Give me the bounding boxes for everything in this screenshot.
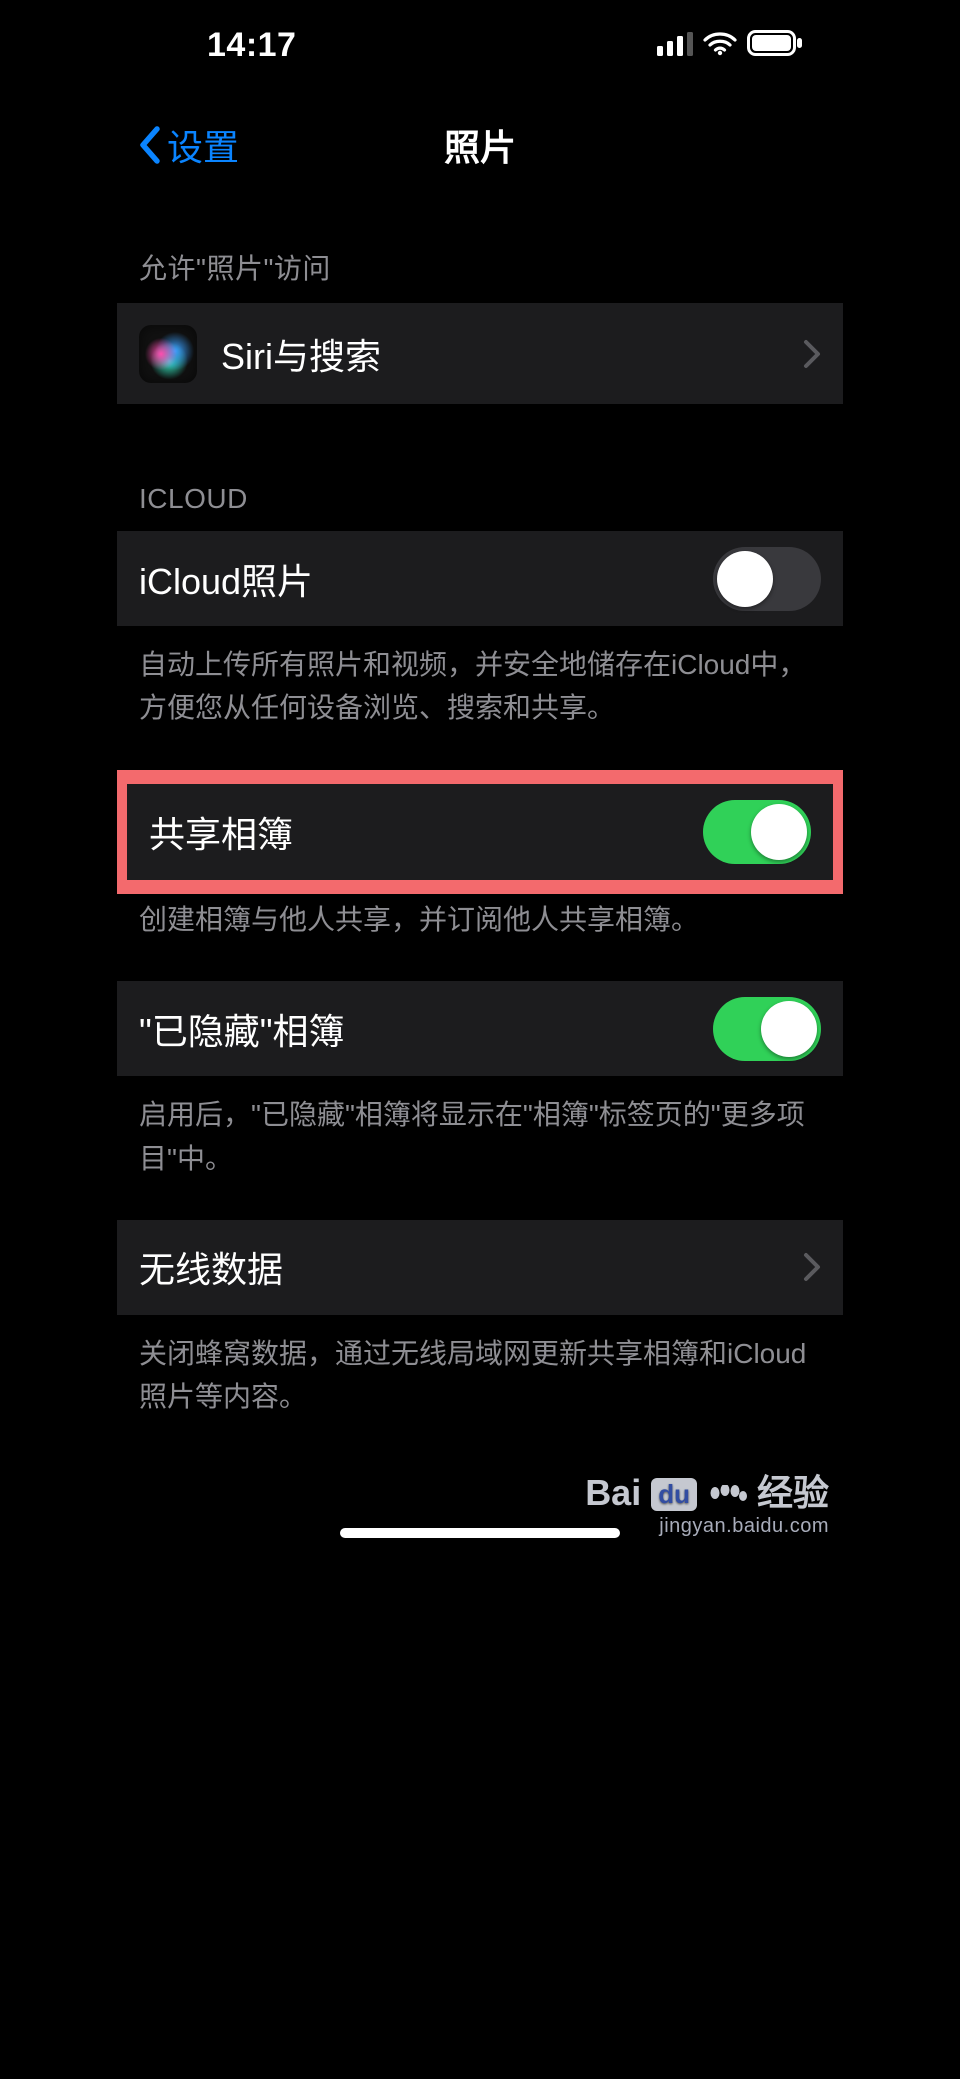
- siri-icon: [139, 325, 197, 383]
- back-label: 设置: [167, 119, 239, 171]
- section-header-icloud: ICLOUD: [117, 405, 843, 531]
- chevron-right-icon: [803, 1252, 821, 1282]
- row-siri-label: Siri与搜索: [221, 328, 381, 380]
- shared-albums-toggle[interactable]: [703, 800, 811, 864]
- status-right: [657, 26, 803, 65]
- chevron-right-icon: [803, 339, 821, 369]
- chevron-left-icon: [137, 125, 163, 165]
- battery-icon: [747, 26, 803, 65]
- status-bar: 14:17: [117, 0, 843, 65]
- navigation-bar: 设置 照片: [117, 95, 843, 195]
- row-icloud-photos: iCloud照片: [117, 531, 843, 627]
- row-shared-albums: 共享相簿: [127, 784, 833, 880]
- watermark-brand-a: Bai: [585, 1475, 641, 1511]
- cellular-icon: [657, 26, 693, 65]
- watermark-brand-b: du: [651, 1478, 697, 1511]
- section-header-allow-access: 允许"照片"访问: [117, 195, 843, 303]
- wifi-icon: [703, 26, 737, 65]
- icloud-photos-label: iCloud照片: [139, 553, 313, 605]
- paw-icon: [707, 1485, 747, 1511]
- icloud-photos-toggle[interactable]: [713, 547, 821, 611]
- back-button[interactable]: 设置: [137, 119, 239, 171]
- shared-albums-label: 共享相簿: [149, 806, 293, 858]
- highlight-shared-albums: 共享相簿: [117, 770, 843, 894]
- row-hidden-album: "已隐藏"相簿: [117, 981, 843, 1077]
- row-siri-search[interactable]: Siri与搜索: [117, 303, 843, 405]
- hidden-album-label: "已隐藏"相簿: [139, 1003, 345, 1055]
- watermark-brand-c: 经验: [757, 1475, 829, 1511]
- status-time: 14:17: [207, 26, 296, 65]
- hidden-album-toggle[interactable]: [713, 997, 821, 1061]
- hidden-album-footer: 启用后，"已隐藏"相簿将显示在"相簿"标签页的"更多项目"中。: [117, 1077, 843, 1180]
- wireless-data-label: 无线数据: [139, 1241, 283, 1293]
- icloud-photos-footer: 自动上传所有照片和视频，并安全地储存在iCloud中，方便您从任何设备浏览、搜索…: [117, 627, 843, 730]
- row-wireless-data[interactable]: 无线数据: [117, 1220, 843, 1316]
- watermark-url: jingyan.baidu.com: [585, 1515, 829, 1538]
- home-indicator[interactable]: [340, 1528, 620, 1538]
- phone-screen: 14:17 设置 照片 允许"照片"访问 Siri与搜索: [117, 0, 843, 1556]
- shared-albums-footer: 创建相簿与他人共享，并订阅他人共享相簿。: [117, 894, 843, 941]
- watermark: Bai du 经验 jingyan.baidu.com: [585, 1475, 829, 1538]
- wireless-data-footer: 关闭蜂窝数据，通过无线局域网更新共享相簿和iCloud照片等内容。: [117, 1316, 843, 1419]
